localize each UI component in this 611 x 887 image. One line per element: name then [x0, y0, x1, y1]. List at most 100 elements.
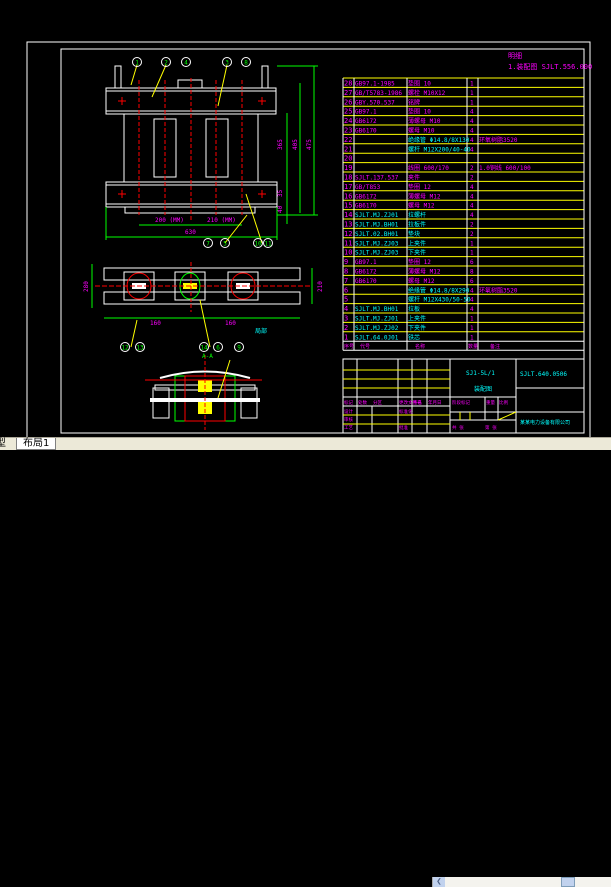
table-row: 26 GBY.570.537 铭牌 1: [344, 98, 474, 106]
cell-no: 26: [344, 98, 352, 106]
cell-name: 绝缘管 Φ14.8/8X290: [408, 286, 470, 294]
cell-name: 螺杆 M12X200/40-40: [408, 145, 471, 153]
dim-width-2: 210 (MM): [207, 217, 236, 224]
dim-height-2: 405: [292, 139, 299, 150]
header-code: 代号: [360, 343, 370, 350]
dim-b2: 40: [277, 205, 284, 213]
front-view-dims: 200 (MM) 210 (MM) 630 365 405 475 35 40: [155, 139, 313, 236]
cell-code: GB6170: [355, 128, 377, 135]
label-check: 审核: [344, 416, 353, 423]
cell-qty: 1: [470, 316, 474, 323]
balloon-number: 5: [223, 241, 227, 248]
table-row: 12 SJLT.02.BH01 垫块 2: [344, 230, 474, 238]
label-approve: 批准: [399, 424, 408, 431]
cell-code: SJLT.MJ.BH01: [355, 306, 399, 313]
cell-qty: 1: [470, 81, 474, 88]
drawing-code: SJLT.640.0506: [520, 371, 567, 378]
table-row: 3 SJLT.MJ.ZJ01 上夹件 1: [344, 315, 474, 323]
part-balloon: 2: [161, 57, 171, 67]
cell-qty: 4: [470, 118, 474, 125]
table-row: 1 SJLT.64.0J01 铁芯 1: [344, 333, 474, 341]
tab-model[interactable]: 型: [0, 438, 10, 449]
header-qty: 数量: [468, 343, 478, 350]
label-weight: 重量: [486, 399, 495, 406]
dim-b1: 35: [277, 189, 284, 197]
table-row: 24 GB6172 薄螺母 M10 4: [344, 117, 474, 125]
cell-code: GB6172: [355, 193, 377, 200]
label-count: 处数: [358, 399, 367, 406]
cell-qty: 4: [470, 137, 474, 144]
cell-qty: 4: [470, 212, 474, 219]
cell-name: 拉螺杆: [408, 211, 426, 219]
scroll-left-arrow-icon[interactable]: ❮: [433, 877, 445, 887]
cell-code: SJLT.MJ.ZJ01: [355, 212, 399, 219]
label-sheet-total: 共 张: [452, 424, 464, 431]
cell-no: 2: [344, 324, 348, 332]
table-row: 11 SJLT.MJ.ZJ03 上夹件 1: [344, 239, 474, 247]
cell-qty: 1: [470, 334, 474, 341]
cell-no: 12: [344, 230, 352, 238]
cell-name: 铁芯: [408, 333, 420, 341]
balloon-number: 7: [206, 241, 210, 248]
part-balloon: 13: [135, 342, 145, 352]
cell-name: 螺栓 M10X12: [408, 89, 446, 97]
cell-qty: 8: [470, 269, 474, 276]
balloon-number: 4: [184, 60, 188, 67]
part-balloon: 4: [181, 57, 191, 67]
cell-no: 17: [344, 183, 352, 191]
cell-code: SJLT.64.0J01: [355, 334, 399, 341]
tab-layout1[interactable]: 布局1: [16, 438, 57, 450]
dim-height-1: 365: [277, 139, 284, 150]
cell-name: 垫圈 12: [408, 258, 431, 266]
table-row: 21 螺杆 M12X200/40-40 4: [344, 145, 474, 153]
cell-no: 27: [344, 89, 352, 97]
balloon-number: 13: [136, 345, 144, 352]
scrollbar-thumb[interactable]: [561, 877, 575, 887]
cell-qty: 4: [470, 287, 474, 294]
part-balloon: 10: [253, 238, 263, 248]
label-sheet-no: 第 张: [485, 424, 497, 431]
cell-name: 螺杆 M12X430/50-50: [408, 296, 471, 304]
cell-code: GB6170: [355, 278, 377, 285]
table-row: 4 SJLT.MJ.BH01 拉板 4: [344, 305, 474, 313]
label-date: 年月日: [428, 399, 442, 406]
cad-drawing-canvas[interactable]: 200 (MM) 210 (MM) 630 365 405 475 35 40 …: [0, 0, 611, 443]
cell-code: GB6172: [355, 118, 377, 125]
label-signature: 签名: [413, 399, 422, 406]
cell-code: SJLT.MJ.ZJ03: [355, 250, 399, 257]
table-row: 9 GB97.1 垫圈 12 6: [344, 258, 474, 266]
cell-qty: 1: [470, 99, 474, 106]
cell-no: 3: [344, 315, 348, 323]
cell-code: SJLT.137.537: [355, 175, 399, 182]
layout-tab-bar: 型 布局1 ❮: [0, 437, 611, 887]
part-balloon: 14: [199, 342, 209, 352]
horizontal-scrollbar[interactable]: ❮: [432, 877, 611, 887]
table-row: 2 SJLT.MJ.ZJ02 下夹件 1: [344, 324, 474, 332]
section-view: [145, 355, 262, 430]
cell-name: 下夹件: [408, 249, 426, 257]
balloon-number: 11: [264, 241, 272, 248]
cell-code: SJLT.MJ.BH01: [355, 222, 399, 229]
cell-no: 7: [344, 277, 348, 285]
top-view-dims: 280 210 160 160 局部: [83, 281, 324, 335]
dim-height-3: 475: [306, 139, 313, 150]
part-balloon: 1: [132, 57, 142, 67]
parts-title: 明细: [508, 51, 522, 60]
part-balloon: 11: [263, 238, 273, 248]
outer-border: [26, 41, 591, 443]
table-row: 17 GB/T853 垫圈 12 4: [344, 183, 474, 191]
cell-code: SJLT.MJ.ZJ03: [355, 240, 399, 247]
cell-qty: 1: [470, 250, 474, 257]
cell-no: 11: [344, 239, 352, 247]
cell-code: GB6170: [355, 203, 377, 210]
label-design: 设计: [344, 408, 353, 415]
parts-list-table: 28 GB97.1-1985 垫圈 10 127 GB/T5783-1986 螺栓 M10…: [342, 77, 585, 351]
cell-no: 19: [344, 164, 352, 172]
cell-qty: 4: [470, 146, 474, 153]
table-row: 16 GB6172 薄螺母 M12 4: [344, 192, 474, 200]
balloon-number: 3: [225, 60, 229, 67]
cell-name: 线圈 600/170: [408, 164, 449, 172]
cell-qty: 6: [470, 259, 474, 266]
label-mark: 标记: [344, 399, 353, 406]
table-row: 25 GB97.1 垫圈 10 4: [344, 108, 474, 116]
